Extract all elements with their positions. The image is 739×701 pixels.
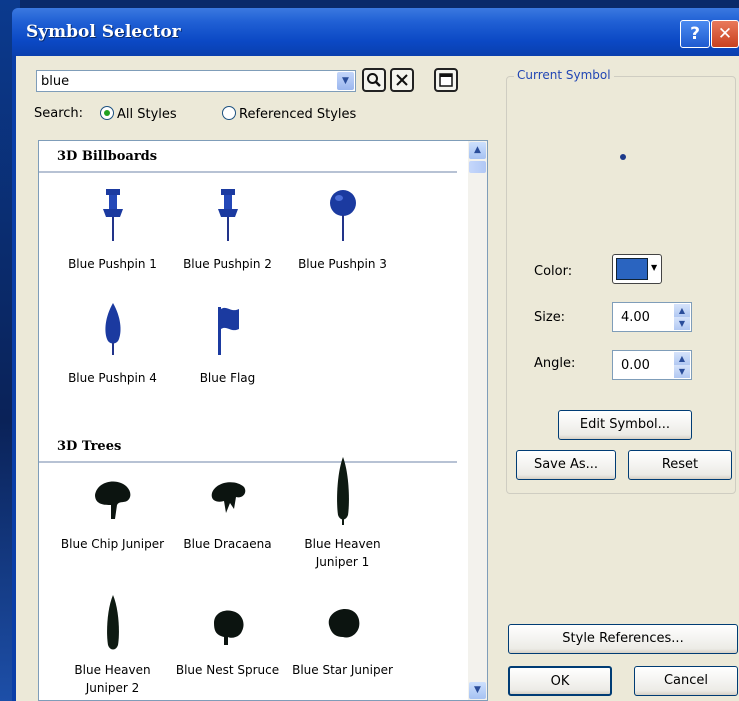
list-item[interactable]: Blue Chip Juniper xyxy=(55,475,170,553)
ok-button[interactable]: OK xyxy=(508,666,612,696)
angle-value: 0.00 xyxy=(621,358,650,373)
color-label: Color: xyxy=(534,264,573,279)
spin-up-icon[interactable]: ▲ xyxy=(674,352,690,365)
list-item[interactable]: Blue Star Juniper xyxy=(285,603,400,679)
flag-icon xyxy=(217,307,239,355)
list-item[interactable]: Blue Heaven Juniper 1 xyxy=(285,451,400,571)
spin-up-icon[interactable]: ▲ xyxy=(674,304,690,317)
tree-icon xyxy=(213,610,244,645)
tall-tree-icon xyxy=(106,595,119,650)
symbol-label: Blue Pushpin 4 xyxy=(68,371,157,385)
chevron-down-icon: ▼ xyxy=(651,263,658,272)
dialog-body: blue ▼ Search: All Styles Referenced Sty… xyxy=(16,56,739,701)
close-icon xyxy=(396,74,408,86)
window-icon xyxy=(439,73,453,87)
list-item[interactable]: Blue Pushpin 2 xyxy=(170,187,285,273)
pushpin-2-icon xyxy=(217,189,238,241)
radio-referenced-styles[interactable]: Referenced Styles xyxy=(222,106,356,122)
size-value: 4.00 xyxy=(621,310,650,325)
symbol-label: Blue Nest Spruce xyxy=(175,663,280,677)
scroll-down-button[interactable]: ▼ xyxy=(469,682,486,699)
symbol-list[interactable]: 3D Billboards Blue Pushpin 1 Blue Pushpi… xyxy=(38,140,488,701)
clear-search-button[interactable] xyxy=(390,68,414,92)
reset-button[interactable]: Reset xyxy=(628,450,732,480)
symbol-label: Blue Pushpin 1 xyxy=(68,257,157,271)
color-picker-button[interactable]: ▼ xyxy=(612,254,662,284)
search-button[interactable] xyxy=(362,68,386,92)
pushpin-3-icon xyxy=(329,190,356,241)
radio-selected-icon xyxy=(100,106,114,120)
symbol-selector-dialog: Symbol Selector ? ✕ blue ▼ Search: All S… xyxy=(12,8,739,701)
angle-stepper[interactable]: 0.00 ▲ ▼ xyxy=(612,350,692,380)
dialog-title: Symbol Selector xyxy=(26,22,181,42)
current-symbol-title: Current Symbol xyxy=(514,68,614,82)
cancel-button[interactable]: Cancel xyxy=(634,666,738,696)
tree-icon xyxy=(94,481,130,519)
save-as-button[interactable]: Save As... xyxy=(516,450,616,480)
symbol-label: Blue Pushpin 2 xyxy=(183,257,272,271)
style-references-button[interactable]: Style References... xyxy=(508,624,738,654)
symbol-label: Blue Pushpin 3 xyxy=(298,257,387,271)
pushpin-1-icon xyxy=(102,189,123,241)
scroll-thumb[interactable] xyxy=(469,161,486,173)
list-item[interactable]: Blue Flag xyxy=(170,301,285,387)
list-item[interactable]: Blue Dracaena xyxy=(170,475,285,553)
radio-all-styles[interactable]: All Styles xyxy=(100,106,177,122)
symbol-label: Blue Chip Juniper xyxy=(60,537,165,551)
help-button[interactable]: ? xyxy=(680,20,710,48)
group-header-3d-billboards: 3D Billboards xyxy=(39,141,457,173)
view-toggle-button[interactable] xyxy=(434,68,458,92)
list-item[interactable]: Blue Heaven Juniper 2 xyxy=(55,593,170,697)
search-scope-label: Search: xyxy=(34,106,84,121)
scroll-up-button[interactable]: ▲ xyxy=(469,142,486,159)
chevron-down-icon[interactable]: ▼ xyxy=(337,72,354,90)
angle-label: Angle: xyxy=(534,356,576,371)
symbol-label: Blue Star Juniper xyxy=(292,663,393,677)
list-item[interactable]: Blue Nest Spruce xyxy=(170,603,285,679)
symbol-preview xyxy=(620,154,626,160)
symbol-label: Blue Flag xyxy=(199,371,256,385)
symbol-label: Blue Heaven Juniper 2 xyxy=(74,663,151,695)
close-button[interactable]: ✕ xyxy=(711,20,739,48)
search-input-value: blue xyxy=(41,74,70,89)
symbol-label: Blue Heaven Juniper 1 xyxy=(304,537,381,569)
title-bar: Symbol Selector ? ✕ xyxy=(12,8,739,56)
size-stepper[interactable]: 4.00 ▲ ▼ xyxy=(612,302,692,332)
tree-icon xyxy=(211,482,245,513)
spin-down-icon[interactable]: ▼ xyxy=(674,365,690,378)
color-swatch xyxy=(616,258,648,280)
list-item[interactable]: Blue Pushpin 3 xyxy=(285,187,400,273)
tree-icon xyxy=(328,609,359,638)
tall-tree-icon xyxy=(336,457,349,525)
search-input[interactable]: blue ▼ xyxy=(36,70,356,92)
list-item[interactable]: Blue Pushpin 1 xyxy=(55,187,170,273)
search-icon xyxy=(367,73,381,87)
spin-down-icon[interactable]: ▼ xyxy=(674,317,690,330)
list-item[interactable]: Blue Pushpin 4 xyxy=(55,301,170,387)
list-scrollbar[interactable]: ▲ ▼ xyxy=(468,141,487,700)
edit-symbol-button[interactable]: Edit Symbol... xyxy=(558,410,692,440)
symbol-label: Blue Dracaena xyxy=(183,537,272,551)
pushpin-4-icon xyxy=(104,303,121,355)
radio-unselected-icon xyxy=(222,106,236,120)
size-label: Size: xyxy=(534,310,566,325)
